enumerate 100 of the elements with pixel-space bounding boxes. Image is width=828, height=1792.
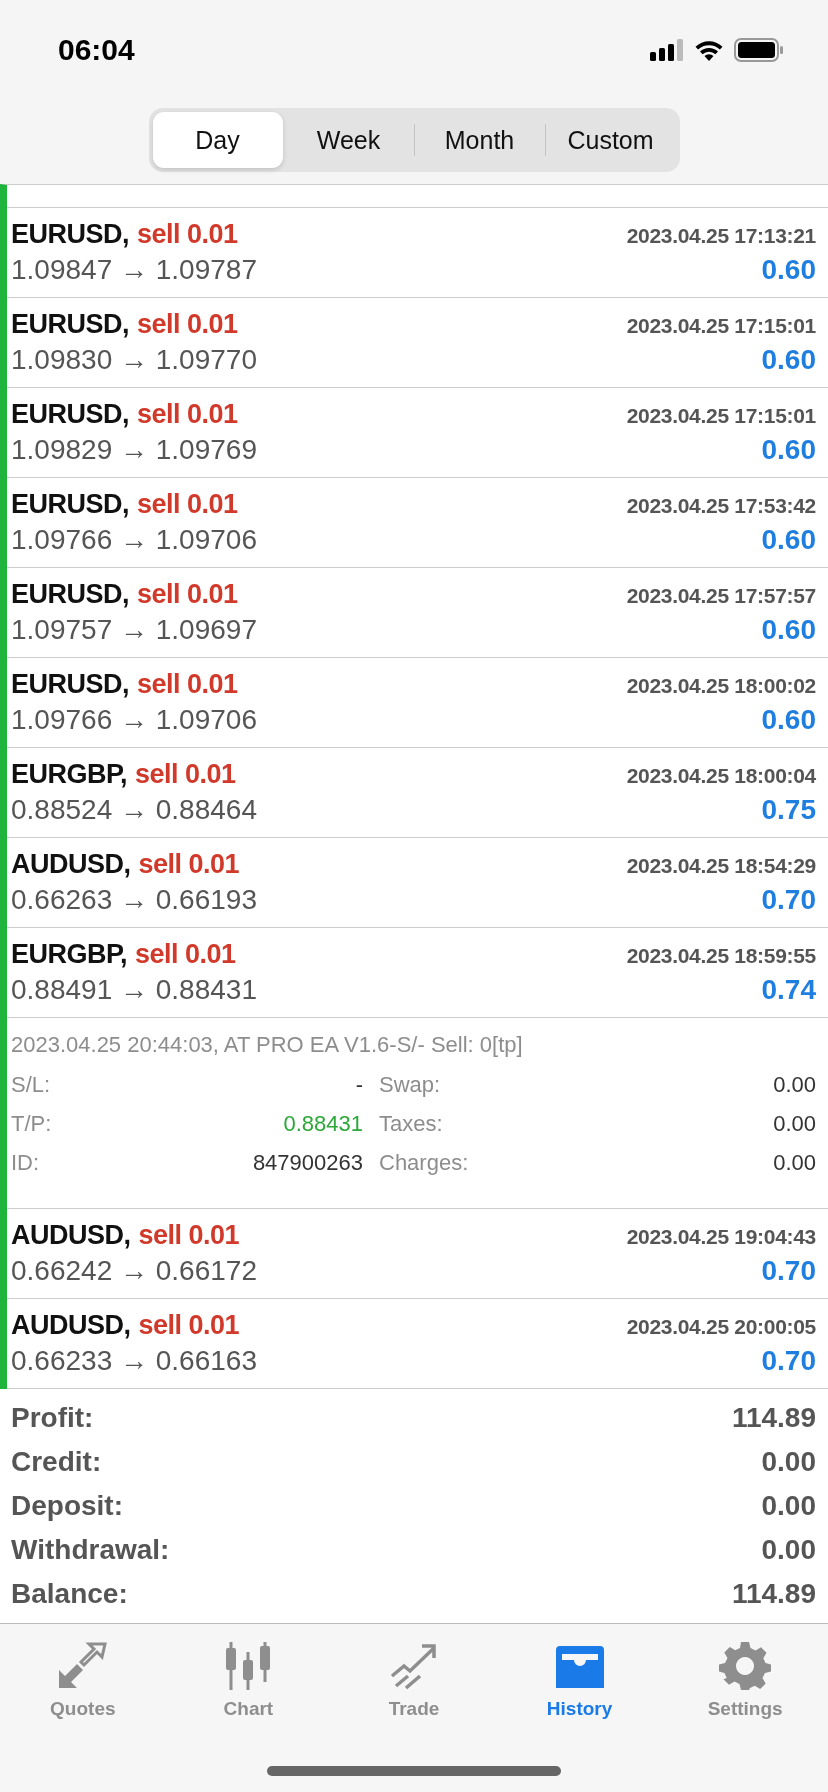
deal-row[interactable]: AUDUSD, sell 0.01 2023.04.25 20:00:05 0.66233 → 0.66163 0.70 xyxy=(7,1299,828,1389)
detail-label: Charges: xyxy=(379,1150,469,1176)
detail-label: S/L: xyxy=(11,1072,51,1098)
deal-profit: 0.60 xyxy=(761,524,816,556)
deal-time: 2023.04.25 17:15:01 xyxy=(626,404,816,428)
deal-time: 2023.04.25 18:54:29 xyxy=(626,854,816,878)
summary-label: Balance: xyxy=(11,1578,128,1610)
deal-profit: 0.70 xyxy=(761,1345,816,1377)
deal-profit: 0.60 xyxy=(761,614,816,646)
detail-value: 0.00 xyxy=(773,1150,816,1176)
deal-prices: 0.88491 → 0.88431 xyxy=(11,974,257,1006)
deal-symbol: EURUSD, xyxy=(11,579,129,610)
deal-symbol: EURUSD, xyxy=(11,399,129,430)
deal-side: sell 0.01 xyxy=(138,849,240,880)
double-arrow-icon xyxy=(56,1642,109,1690)
deal-time: 2023.04.25 17:53:42 xyxy=(626,494,816,518)
deal-prices: 0.66233 → 0.66163 xyxy=(11,1345,257,1377)
deal-row[interactable]: EURUSD, sell 0.01 2023.04.25 17:57:57 1.09757 → 1.09697 0.60 xyxy=(7,568,828,658)
deal-time: 2023.04.25 17:13:21 xyxy=(626,224,816,248)
deal-time: 2023.04.25 17:15:01 xyxy=(626,314,816,338)
deal-prices: 0.66242 → 0.66172 xyxy=(11,1255,257,1287)
deal-profit: 0.70 xyxy=(761,1255,816,1287)
deal-prices: 1.09757 → 1.09697 xyxy=(11,614,257,646)
summary-label: Deposit: xyxy=(11,1490,123,1522)
detail-value: 847900263 xyxy=(252,1150,363,1176)
summary-value: 0.00 xyxy=(761,1446,816,1478)
deal-row[interactable]: EURUSD, sell 0.01 2023.04.25 17:13:21 1.09847 → 1.09787 0.60 xyxy=(7,208,828,298)
battery-icon xyxy=(734,38,784,62)
summary-label: Credit: xyxy=(11,1446,102,1478)
period-tab[interactable]: Day xyxy=(152,112,283,168)
deal-row[interactable]: EURUSD, sell 0.01 2023.04.25 17:15:01 1.09830 → 1.09770 0.60 xyxy=(7,298,828,388)
deal-side: sell 0.01 xyxy=(137,309,238,340)
deal-prices: 0.88524 → 0.88464 xyxy=(11,794,257,826)
deal-profit: 0.74 xyxy=(761,974,816,1006)
deal-side: sell 0.01 xyxy=(135,939,236,970)
wifi-icon xyxy=(694,39,724,61)
deal-comment: 2023.04.25 20:44:03, AT PRO EA V1.6-S/- Sell: 0[tp] xyxy=(11,1032,524,1058)
detail-value: 0.00 xyxy=(773,1111,816,1137)
deal-row[interactable]: EURUSD, sell 0.01 2023.04.25 17:53:42 1.09766 → 1.09706 0.60 xyxy=(7,478,828,568)
deal-prices: 1.09766 → 1.09706 xyxy=(11,704,257,736)
deal-symbol: EURUSD, xyxy=(11,489,129,520)
deal-row[interactable]: EURUSD, sell 0.01 2023.04.25 17:15:01 1.09829 → 1.09769 0.60 xyxy=(7,388,828,478)
detail-value: 0.88431 xyxy=(283,1111,363,1137)
deal-time: 2023.04.25 18:00:02 xyxy=(626,674,816,698)
period-tab[interactable]: Month xyxy=(414,112,545,168)
period-tab[interactable]: Custom xyxy=(545,112,676,168)
deal-time: 2023.04.25 20:00:05 xyxy=(626,1315,816,1339)
deal-side: sell 0.01 xyxy=(135,759,236,790)
deal-time: 2023.04.25 18:59:55 xyxy=(626,944,816,968)
period-tab[interactable]: Week xyxy=(283,112,414,168)
deal-symbol: EURUSD, xyxy=(11,669,129,700)
deal-prices: 1.09829 → 1.09769 xyxy=(11,434,257,466)
deal-profit: 0.75 xyxy=(761,794,816,826)
summary-value: 114.89 xyxy=(731,1578,816,1610)
summary-label: Profit: xyxy=(11,1402,94,1434)
deal-profit: 0.60 xyxy=(761,344,816,376)
deal-profit: 0.70 xyxy=(761,884,816,916)
detail-label: T/P: xyxy=(11,1111,52,1137)
deal-side: sell 0.01 xyxy=(137,669,238,700)
status-time: 06:04 xyxy=(58,33,135,67)
detail-label: Swap: xyxy=(379,1072,441,1098)
summary-value: 0.00 xyxy=(761,1490,816,1522)
deal-symbol: AUDUSD, xyxy=(11,1310,131,1341)
deal-profit: 0.60 xyxy=(761,704,816,736)
detail-label: Taxes: xyxy=(379,1111,443,1137)
deal-row[interactable]: EURGBP, sell 0.01 2023.04.25 18:59:55 0.88491 → 0.88431 0.74 xyxy=(7,928,828,1018)
deal-symbol: EURGBP, xyxy=(11,939,128,970)
deal-prices: 1.09847 → 1.09787 xyxy=(11,254,257,286)
summary-label: Withdrawal: xyxy=(11,1534,170,1566)
detail-value: - xyxy=(355,1072,363,1098)
deal-prices: 1.09830 → 1.09770 xyxy=(11,344,257,376)
deal-symbol: EURUSD, xyxy=(11,219,129,250)
detail-label: ID: xyxy=(11,1150,40,1176)
deal-time: 2023.04.25 17:57:57 xyxy=(626,584,816,608)
deal-row[interactable]: EURUSD, sell 0.01 2023.04.25 18:00:02 1.09766 → 1.09706 0.60 xyxy=(7,658,828,748)
deal-symbol: AUDUSD, xyxy=(11,849,131,880)
deal-side: sell 0.01 xyxy=(137,399,238,430)
deal-symbol: EURGBP, xyxy=(11,759,128,790)
deal-row[interactable]: EURGBP, sell 0.01 2023.04.25 18:00:04 0.88524 → 0.88464 0.75 xyxy=(7,748,828,838)
deal-row[interactable]: AUDUSD, sell 0.01 2023.04.25 19:04:43 0.66242 → 0.66172 0.70 xyxy=(7,1209,828,1299)
deal-profit: 0.60 xyxy=(761,254,816,286)
deal-side: sell 0.01 xyxy=(137,489,238,520)
deal-side: sell 0.01 xyxy=(138,1310,240,1341)
detail-value: 0.00 xyxy=(773,1072,816,1098)
summary-value: 114.89 xyxy=(731,1402,816,1434)
settings-icon xyxy=(719,1642,772,1690)
deal-side: sell 0.01 xyxy=(137,219,238,250)
deal-row[interactable]: AUDUSD, sell 0.01 2023.04.25 18:54:29 0.66263 → 0.66193 0.70 xyxy=(7,838,828,928)
summary-value: 0.00 xyxy=(761,1534,816,1566)
deal-prices: 0.66263 → 0.66193 xyxy=(11,884,257,916)
deal-side: sell 0.01 xyxy=(137,579,238,610)
deal-profit: 0.60 xyxy=(761,434,816,466)
deal-symbol: EURUSD, xyxy=(11,309,129,340)
deal-symbol: AUDUSD, xyxy=(11,1220,131,1251)
deal-prices: 1.09766 → 1.09706 xyxy=(11,524,257,556)
tab-bar-item[interactable]: History xyxy=(496,1642,663,1720)
signal-icon xyxy=(650,39,684,61)
deal-time: 2023.04.25 18:00:04 xyxy=(626,764,816,788)
deal-side: sell 0.01 xyxy=(138,1220,240,1251)
deal-time: 2023.04.25 19:04:43 xyxy=(626,1225,816,1249)
